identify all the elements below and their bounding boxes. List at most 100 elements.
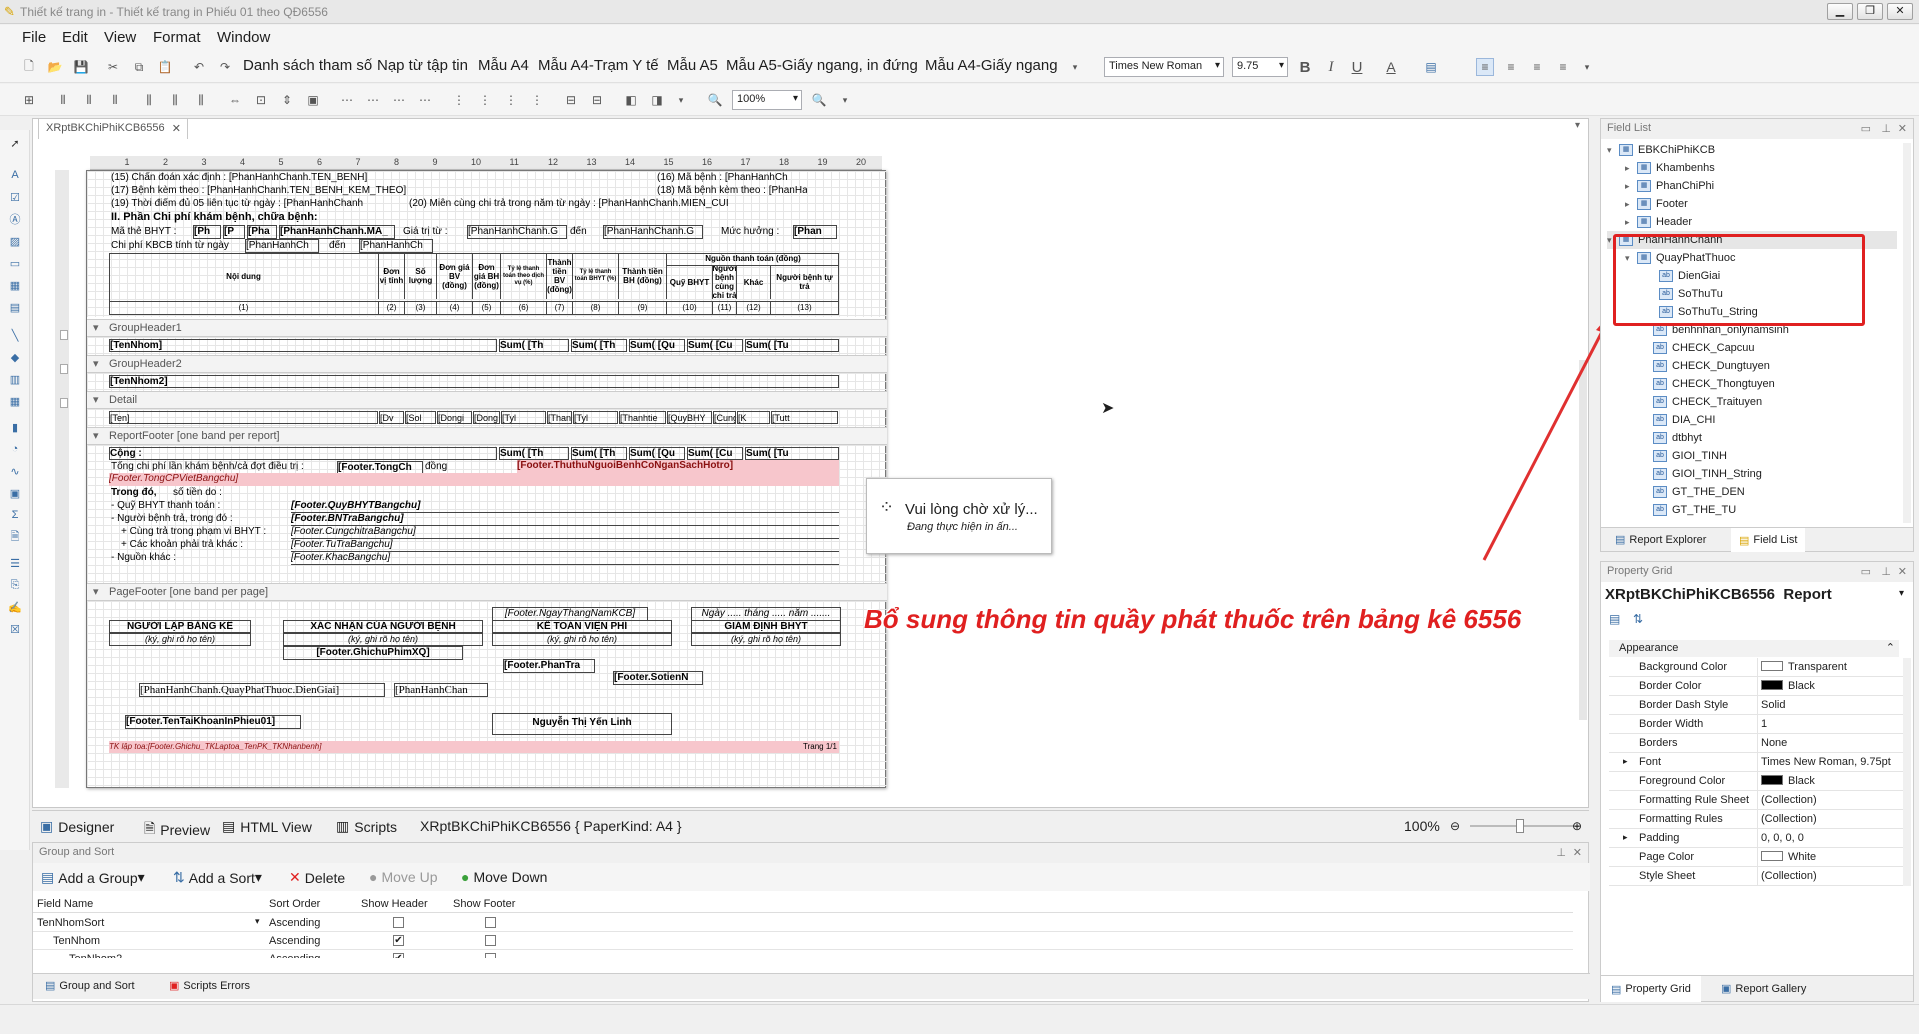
h-inc-icon[interactable]: ⋯	[364, 91, 382, 109]
field-tree-item[interactable]: ab CHECK_Traituyen	[1641, 393, 1762, 411]
pageinfo-tool-icon[interactable]: Σ	[6, 506, 24, 524]
property-row[interactable]: Background Color Transparent	[1609, 658, 1907, 677]
delete-button[interactable]: ✕ Delete	[289, 869, 345, 886]
tab-html-view[interactable]: ▤ HTML View	[222, 818, 312, 835]
band-page-footer[interactable]: PageFooter [one band per page]	[87, 583, 887, 601]
toolbar-overflow-icon[interactable]: ▾	[1066, 58, 1084, 76]
khoan-khac-field[interactable]: [Footer.TuTraBangchu]	[291, 539, 839, 552]
ma-the-field-1[interactable]: [Ph	[193, 225, 221, 239]
category-appearance[interactable]: Appearance ⌃	[1609, 640, 1899, 657]
open-icon[interactable]: 📂	[46, 58, 64, 76]
pin-icon[interactable]: ⊥	[1881, 122, 1891, 135]
add-sort-button[interactable]: ⇅ Add a Sort ▾	[173, 869, 262, 886]
property-row[interactable]: Border Dash Style Solid	[1609, 696, 1907, 715]
field-dropdown-icon[interactable]: ▾	[255, 916, 260, 927]
cung-tra-field[interactable]: [Footer.CungchitraBangchu]	[291, 526, 839, 539]
tab-property-grid[interactable]: ▤ Property Grid	[1601, 976, 1701, 1002]
sum-field[interactable]: Sum( [Th	[499, 339, 569, 352]
field-tree-item[interactable]: ab GT_THE_DEN	[1641, 483, 1745, 501]
phan-hanh-chanh-field[interactable]: [PhanHanhChan	[394, 683, 488, 697]
property-scrollbar[interactable]	[1903, 658, 1911, 886]
zoom-thumb[interactable]	[1516, 819, 1524, 833]
thu-thu-field[interactable]: [Footer.ThuthuNguoiBenhCoNganSachHotro]	[517, 460, 839, 473]
line-tool-icon[interactable]: ╲	[6, 326, 24, 344]
expand-icon[interactable]: ▸	[1625, 163, 1637, 174]
zoom-out-icon[interactable]: 🔍	[706, 91, 724, 109]
align-bottoms-icon[interactable]: ⫼	[192, 91, 210, 109]
detail-field[interactable]: [Sol	[405, 411, 436, 424]
v-remove-icon[interactable]: ⋮	[528, 91, 546, 109]
band-marker[interactable]	[60, 330, 68, 340]
font-combo[interactable]: Times New Roman	[1104, 57, 1224, 77]
align-left-icon[interactable]: ≡	[1476, 58, 1494, 76]
detail-field[interactable]: [K	[737, 411, 770, 424]
tab-scripts[interactable]: ▥ Scripts	[336, 818, 397, 835]
field-tree-item[interactable]: ▸ ▦ Footer	[1625, 195, 1688, 213]
detail-field[interactable]: [Tutt	[771, 411, 838, 424]
move-down-button[interactable]: ● Move Down	[461, 869, 547, 885]
line-ma-benh[interactable]: (16) Mã bệnh : [PhanHanhCh	[657, 172, 807, 184]
restore-icon[interactable]: ▭	[1861, 122, 1871, 135]
zoom-slider[interactable]	[1470, 825, 1580, 827]
add-group-button[interactable]: ▤ Add a Group ▾	[41, 869, 145, 886]
table-tool-icon[interactable]: ▦	[6, 276, 24, 294]
v-inc-icon[interactable]: ⋮	[476, 91, 494, 109]
cut-icon[interactable]: ✂	[104, 58, 122, 76]
expand-icon[interactable]: ▸	[1625, 181, 1637, 192]
detail-field[interactable]: [Ten]	[109, 411, 378, 424]
detail-field[interactable]: [QuyBHY	[667, 411, 712, 424]
underline-button[interactable]: U	[1348, 58, 1366, 76]
field-tree-item[interactable]: ab dtbhyt	[1641, 429, 1702, 447]
checkbox-tool-icon[interactable]: ☑	[6, 188, 24, 206]
ngay-thang-field[interactable]: [Footer.NgayThangNamKCB]	[492, 607, 648, 621]
label-tool-icon[interactable]: A	[6, 166, 24, 184]
show-footer-checkbox[interactable]	[485, 953, 496, 958]
close-panel-icon[interactable]: ✕	[1898, 565, 1907, 578]
field-tree-item[interactable]: abHO_TEN	[1641, 519, 1717, 521]
object-dropdown-icon[interactable]: ▾	[1899, 588, 1904, 599]
format-overflow-icon[interactable]: ▾	[1578, 58, 1596, 76]
menu-format[interactable]: Format	[153, 29, 201, 46]
cross-band-tool-icon[interactable]: ▤	[6, 298, 24, 316]
detail-field[interactable]: [Dongi	[437, 411, 472, 424]
property-row[interactable]: Border Color Black	[1609, 677, 1907, 696]
tab-report-gallery[interactable]: ▣ Report Gallery	[1721, 982, 1806, 996]
toolbar-load-file[interactable]: Nạp từ tập tin	[377, 57, 468, 74]
alphabetical-icon[interactable]: ⇅	[1633, 612, 1643, 626]
expand-icon[interactable]: ▸	[1625, 217, 1637, 228]
close-panel-icon[interactable]: ✕	[1898, 122, 1907, 135]
h-dec-icon[interactable]: ⋯	[390, 91, 408, 109]
so-tien-field[interactable]: [Footer.SotienN	[613, 671, 703, 685]
sparkline-tool-icon[interactable]: ∿	[6, 462, 24, 480]
bring-front-icon[interactable]: ◧	[622, 91, 640, 109]
align-rights-icon[interactable]: ⫴	[106, 91, 124, 109]
font-color-button[interactable]: A	[1382, 58, 1400, 76]
band-detail[interactable]: Detail	[87, 391, 887, 409]
move-up-button[interactable]: ● Move Up	[369, 869, 438, 885]
zipcode-tool-icon[interactable]: ▦	[6, 392, 24, 410]
field-tree-item[interactable]: ▸ ▦ Khambenhs	[1625, 159, 1715, 177]
property-row[interactable]: Formatting Rules (Collection)	[1609, 810, 1907, 829]
expand-icon[interactable]: ▾	[1607, 145, 1619, 156]
menu-view[interactable]: View	[104, 29, 136, 46]
group-sort-row[interactable]: TenNhom2 Ascending ✔	[33, 950, 1573, 958]
nguoi-benh-field[interactable]: [Footer.BNTraBangchu]	[291, 513, 839, 526]
band-marker[interactable]	[60, 364, 68, 374]
field-tree-item[interactable]: ab CHECK_Capcuu	[1641, 339, 1755, 357]
zoom-minus-icon[interactable]: ⊖	[1450, 819, 1460, 833]
panel-tool-icon[interactable]: ▭	[6, 254, 24, 272]
ten-nhom-field[interactable]: [TenNhom]	[109, 339, 497, 352]
tab-designer[interactable]: ▣ Designer	[40, 818, 114, 835]
justify-icon[interactable]: ≡	[1554, 58, 1572, 76]
expand-icon[interactable]: ▸	[1623, 756, 1628, 767]
property-row[interactable]: Formatting Rule Sheet (Collection)	[1609, 791, 1907, 810]
undo-icon[interactable]: ↶	[190, 58, 208, 76]
quay-phat-thuoc-field[interactable]: [PhanHanhChanh.QuayPhatThuoc.DienGiai]	[139, 683, 385, 697]
h-remove-icon[interactable]: ⋯	[416, 91, 434, 109]
zoom-combo[interactable]: 100%	[732, 90, 802, 110]
line-thoi-diem[interactable]: (19) Thời điểm đủ 05 liên tục từ ngày : …	[111, 198, 411, 210]
sum-field[interactable]: Sum( [Th	[571, 339, 627, 352]
v-spacing-icon[interactable]: ⋮	[450, 91, 468, 109]
group-sort-row[interactable]: TenNhomSort ▾ Ascending	[33, 914, 1573, 932]
sum-field[interactable]: Sum( [Th	[571, 447, 627, 460]
